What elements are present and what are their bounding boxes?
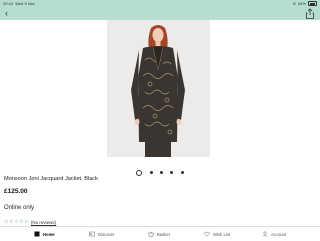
discover-icon: [89, 231, 95, 237]
rating-stars: ☆☆☆☆☆: [4, 219, 29, 225]
basket-icon: [148, 231, 154, 237]
home-icon: [34, 231, 40, 237]
tab-label: Discover: [98, 231, 115, 237]
wifi-icon: ≋: [292, 1, 296, 6]
rating-row[interactable]: ☆☆☆☆☆ (No reviews): [4, 219, 56, 225]
product-price: £125.00: [4, 188, 28, 195]
tab-discover[interactable]: Discover: [89, 227, 114, 241]
back-button[interactable]: ‹: [5, 8, 8, 19]
battery-icon: [308, 1, 317, 6]
nav-bar: ‹: [0, 7, 320, 20]
date-text: Wed 9 Nov: [15, 1, 35, 6]
star-icon: ☆☆☆: [13, 219, 29, 225]
tab-bar: Home Discover Basket Wish List Account: [0, 226, 320, 241]
star-icon: ☆☆: [4, 219, 14, 225]
tab-label: Account: [271, 231, 287, 237]
carousel-dot[interactable]: [160, 171, 163, 175]
battery-text: 84%: [297, 1, 306, 6]
carousel-dot[interactable]: [149, 171, 153, 175]
carousel-dot[interactable]: [180, 171, 184, 175]
availability-text: Online only: [4, 205, 35, 211]
account-icon: [262, 231, 268, 237]
tab-label: Basket: [157, 231, 170, 237]
carousel-dots[interactable]: [0, 164, 320, 176]
status-right: ≋ 84%: [293, 0, 317, 7]
heart-icon: [204, 231, 210, 237]
tab-account[interactable]: Account: [262, 227, 286, 241]
status-time: 09:44 Wed 9 Nov: [3, 0, 35, 7]
product-image[interactable]: [107, 20, 210, 157]
tab-basket[interactable]: Basket: [148, 227, 170, 241]
product-title: Monsoon Joni Jacquard Jacket, Black: [4, 176, 98, 182]
carousel-dot[interactable]: [170, 171, 174, 175]
tab-home[interactable]: Home: [34, 227, 55, 241]
share-button[interactable]: [305, 7, 315, 19]
tab-label: Home: [43, 231, 55, 237]
tab-label: Wish List: [213, 231, 230, 237]
share-icon: [306, 8, 314, 19]
tab-wish-list[interactable]: Wish List: [204, 227, 230, 241]
reviews-link[interactable]: (No reviews): [31, 220, 56, 225]
jacket-photo: [107, 20, 210, 157]
chevron-left-icon: ‹: [5, 8, 8, 18]
carousel-dot-active[interactable]: [136, 169, 143, 176]
time-text: 09:44: [3, 1, 14, 6]
status-bar: 09:44 Wed 9 Nov ≋ 84%: [0, 0, 320, 7]
